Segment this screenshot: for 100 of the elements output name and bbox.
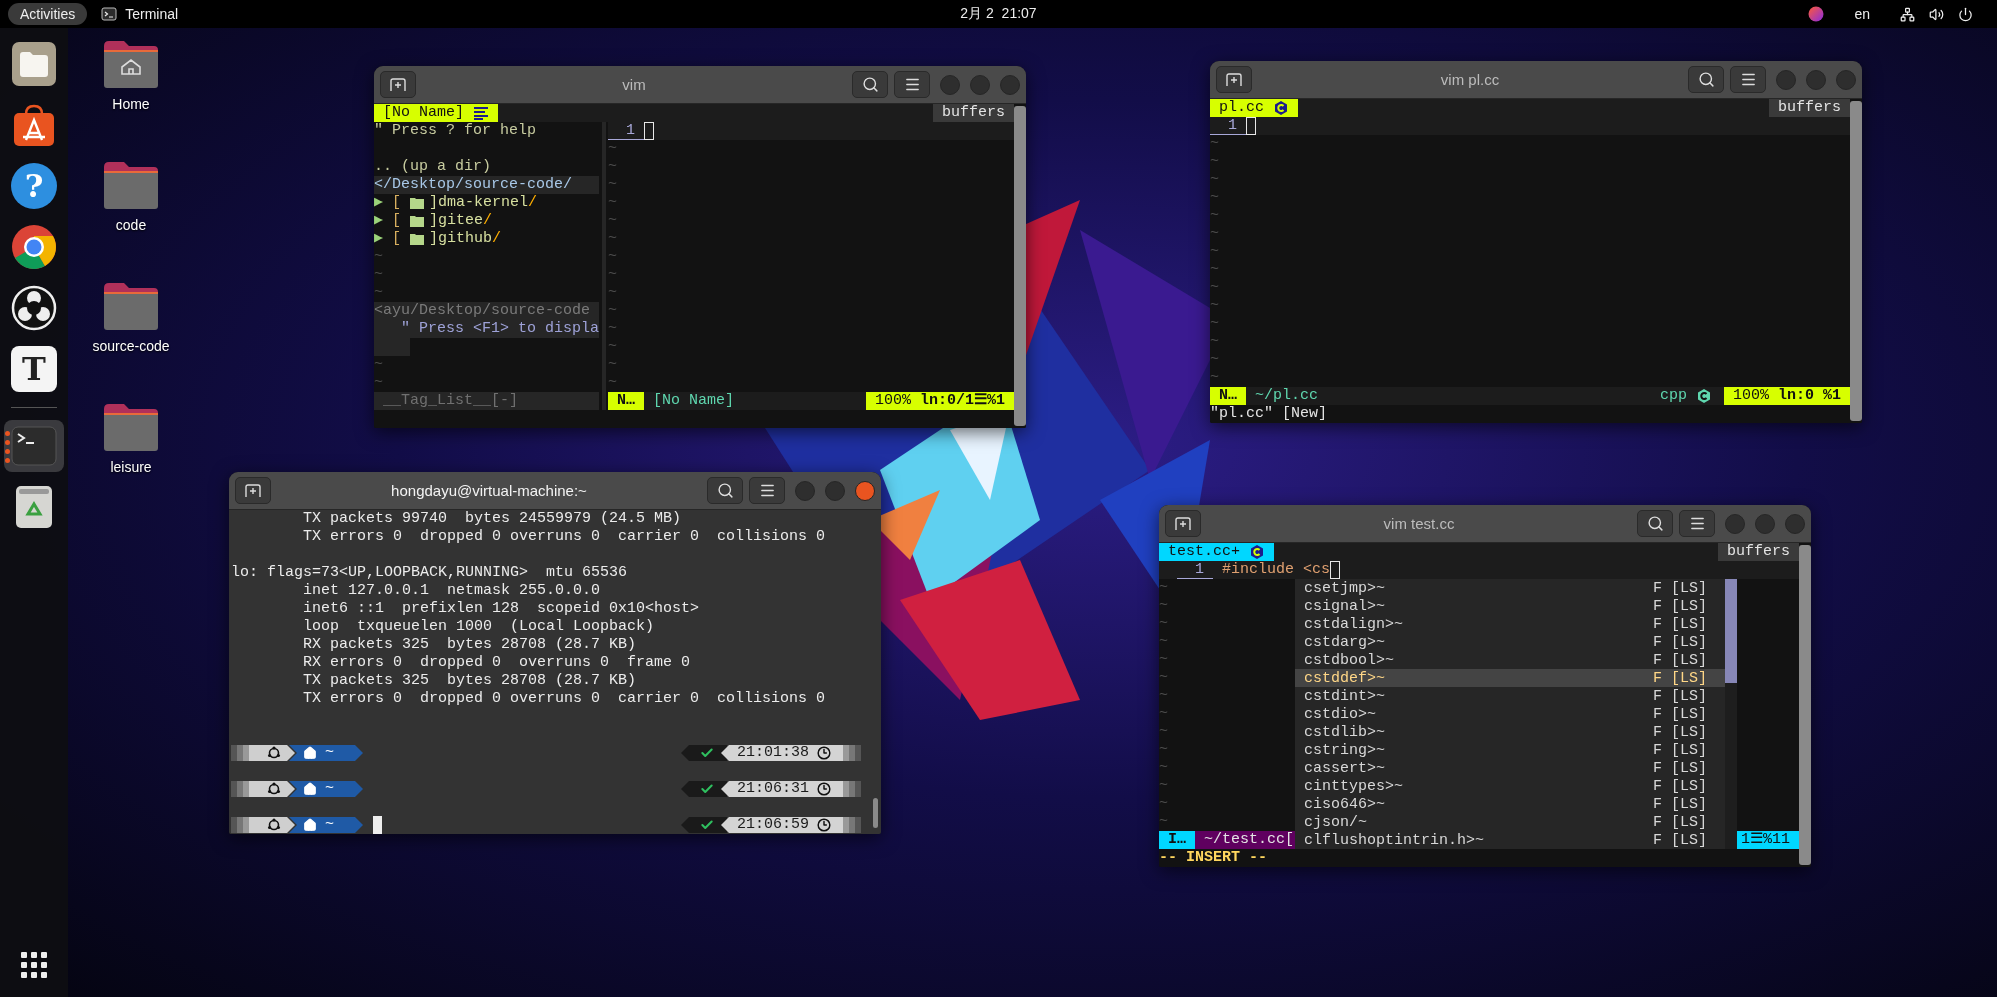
folder-icon[interactable] [102,159,160,211]
empty-line-marker: ~ [374,284,383,302]
home-folder-icon[interactable] [102,38,160,90]
app-menu[interactable]: Terminal [101,6,179,22]
new-tab-button[interactable] [1165,510,1201,537]
bracket: [ [392,230,402,248]
line-number: 1 [1210,117,1246,135]
empty-line-marker: ~ [1210,243,1219,261]
empty-line-marker: ~ [1210,207,1219,225]
completion-item[interactable]: cstdbool>~ F [LS] [1295,651,1725,669]
new-tab-button[interactable] [1216,66,1252,93]
check-icon [700,818,714,832]
empty-line-marker: ~ [1159,813,1168,831]
folder-name[interactable]: github [438,230,493,248]
completion-item[interactable]: cassert>~ F [LS] [1295,759,1725,777]
search-button[interactable] [707,477,743,504]
empty-line-marker: ~ [1159,669,1168,687]
folder-icon[interactable] [102,401,160,453]
close-button[interactable] [855,480,875,501]
dock-item[interactable]: T [4,343,64,395]
empty-line-marker: ~ [1159,795,1168,813]
scrollbar[interactable] [1799,543,1811,867]
empty-line-marker: ~ [1210,189,1219,207]
output-line: RX errors 0 dropped 0 overruns 0 frame 0 [302,654,691,672]
folder-icon [11,41,57,87]
output-line: TX errors 0 dropped 0 overruns 0 carrier 0 collisions 0 [302,528,826,546]
clock[interactable]: 2月 2 21:07 [960,5,1037,23]
home-icon [303,782,317,796]
expand-arrow[interactable]: ▶ [374,212,384,230]
completion-item[interactable]: csignal>~ F [LS] [1295,597,1725,615]
prompt-time: 21:06:59 [737,817,809,833]
cursor-position: 100% ln:0 %1 [1723,387,1850,405]
folder-name[interactable]: gitee [438,212,484,230]
desktop-icon-label[interactable]: source-code [92,338,170,354]
completion-item[interactable]: cstring>~ F [LS] [1295,741,1725,759]
search-button[interactable] [1688,66,1724,93]
desktop-icon-label[interactable]: Home [112,96,150,112]
empty-line-marker: ~ [1210,225,1219,243]
expand-arrow[interactable]: ▶ [374,230,384,248]
empty-line-marker: ~ [374,374,383,392]
completion-item[interactable]: csetjmp>~ F [LS] [1295,579,1725,597]
command-line: "pl.cc" [New] [1210,405,1328,423]
folder-name[interactable]: dma-kernel [438,194,529,212]
menu-button[interactable] [1679,510,1715,537]
volume-icon[interactable] [1929,6,1944,22]
buffer-tab[interactable]: [No Name] [374,104,498,122]
bracket: [ [392,212,402,230]
prompt-path: ~ [325,745,334,761]
show-apps-button[interactable] [21,952,47,981]
completion-item[interactable]: cstdint>~ F [LS] [1295,687,1725,705]
output-line: TX packets 325 bytes 28708 (28.7 KB) [302,672,637,690]
expand-arrow[interactable]: ▶ [374,194,384,212]
power-icon[interactable] [1958,6,1973,22]
completion-item[interactable]: cstdlib>~ F [LS] [1295,723,1725,741]
menu-button[interactable] [1730,66,1766,93]
taglist-hint: " Press <F1> to displa [401,320,600,338]
search-button[interactable] [1637,510,1673,537]
completion-item[interactable]: cstdio>~ F [LS] [1295,705,1725,723]
desktop-icon-label[interactable]: code [115,217,147,233]
buffer-tab[interactable]: pl.cc [1210,99,1298,117]
completion-item[interactable]: cjson/~ F [LS] [1295,813,1725,831]
empty-line-marker: ~ [1159,723,1168,741]
app-indicator-icon[interactable] [1808,6,1825,22]
tree-status: <ayu/Desktop/source-code [374,302,591,320]
new-tab-button[interactable] [380,71,416,98]
output-line: lo: flags=73<UP,LOOPBACK,RUNNING> mtu 65536 [231,564,628,582]
text-editor-icon: T [11,346,57,392]
desktop-icon-label[interactable]: leisure [110,459,152,475]
search-icon [861,76,879,93]
completion-item[interactable]: cinttypes>~ F [LS] [1295,777,1725,795]
empty-line-marker: ~ [1210,333,1219,351]
recorder-icon [11,285,57,331]
buffers-label: buffers [1769,99,1850,117]
network-icon[interactable] [1900,6,1915,22]
file-path: ~/pl.cc [1255,387,1319,405]
completion-item[interactable]: cstddef>~ F [LS] [1295,669,1725,687]
folder-icon[interactable] [102,280,160,332]
activities-button[interactable]: Activities [8,3,88,25]
filetype-label: cpp [1659,387,1687,405]
completion-item[interactable]: cstdarg>~ F [LS] [1295,633,1725,651]
empty-line-marker: ~ [1210,297,1219,315]
empty-line-marker: ~ [374,356,383,374]
tree-updir[interactable]: .. (up a dir) [374,158,492,176]
check-icon [700,746,714,760]
mode-indicator: N… [1210,387,1246,405]
completion-item[interactable]: ciso646>~ F [LS] [1295,795,1725,813]
menu-button[interactable] [749,477,785,504]
empty-line-marker: ~ [608,374,617,392]
language-indicator[interactable]: en [1854,6,1870,22]
cursor-position: 100% ln:0/1☰%1 [865,392,1014,410]
popup-scrollbar[interactable] [1725,579,1737,849]
scrollbar[interactable] [1014,104,1026,428]
completion-item[interactable]: cstdalign>~ F [LS] [1295,615,1725,633]
search-button[interactable] [852,71,888,98]
home-icon [303,818,317,832]
scrollbar[interactable] [1850,99,1862,423]
shopping-bag-icon [11,102,57,148]
buffer-tab[interactable]: test.cc+ [1159,543,1274,561]
new-tab-button[interactable] [235,477,271,504]
menu-button[interactable] [894,71,930,98]
